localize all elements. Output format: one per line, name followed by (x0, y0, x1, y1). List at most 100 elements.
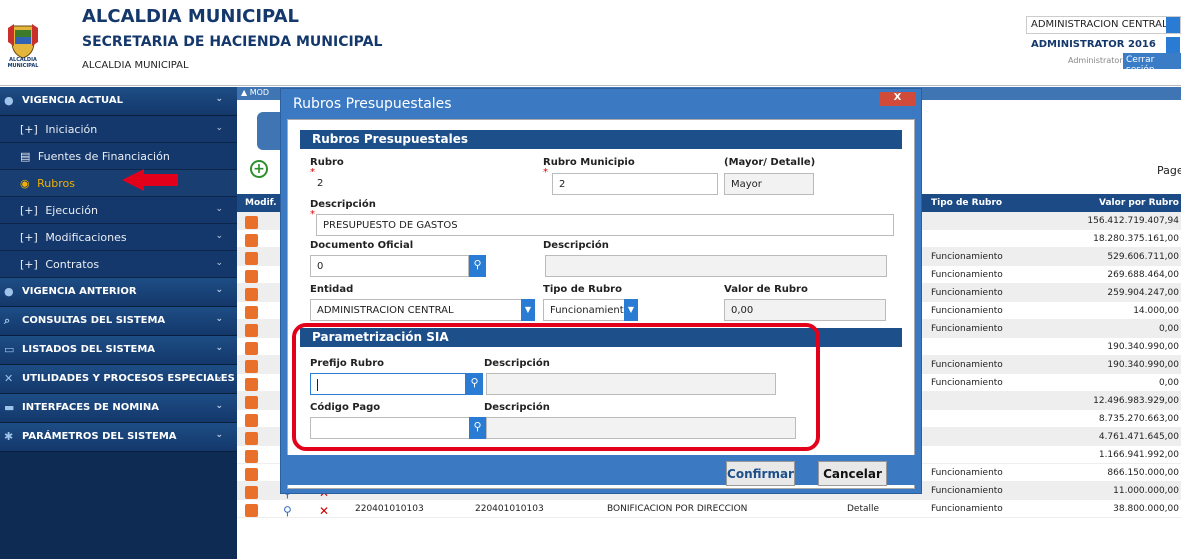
cell-tipo: Funcionamiento (931, 270, 1003, 280)
cell-valor: 0,00 (1158, 324, 1179, 334)
globe-icon: ● (4, 285, 14, 298)
sidebar-section-listados[interactable]: ▭ LISTADOS DEL SISTEMA ⌄ (0, 336, 237, 365)
search-icon[interactable]: ⚲ (283, 504, 292, 518)
chevron-down-icon: ⌄ (215, 372, 223, 382)
edit-icon[interactable] (245, 486, 258, 499)
folder-icon: ▬ (4, 401, 15, 414)
logo-text: ALCALDIA MUNICIPAL (7, 57, 39, 69)
sidebar-section-parametros[interactable]: ✱ PARÁMETROS DEL SISTEMA ⌄ (0, 423, 237, 452)
search-icon[interactable]: ⚲ (469, 255, 486, 277)
rubro-municipio-label: Rubro Municipio (543, 157, 635, 168)
chevron-down-icon[interactable]: ▼ (624, 299, 638, 321)
confirm-button[interactable]: Confirmar (726, 461, 795, 486)
panel-rubros-header: Rubros Presupuestales (300, 130, 902, 149)
cell-tipo: Funcionamiento (931, 324, 1003, 334)
valor-rubro-label: Valor de Rubro (724, 284, 808, 295)
descripcion-field[interactable]: PRESUPUESTO DE GASTOS (316, 214, 894, 236)
sidebar-section-vigencia-anterior[interactable]: ● VIGENCIA ANTERIOR ⌄ (0, 278, 237, 307)
dialog-title: Rubros Presupuestales (293, 96, 452, 112)
up-icon: ▲ (241, 88, 248, 97)
sidebar-section-interfaces[interactable]: ▬ INTERFACES DE NOMINA ⌄ (0, 394, 237, 423)
cell-tipo: Funcionamiento (931, 378, 1003, 388)
sidebar-section-vigencia-actual[interactable]: ● VIGENCIA ACTUAL ⌄ (0, 87, 237, 116)
edit-icon[interactable] (245, 324, 258, 337)
sidebar-item-ejecucion[interactable]: [+] Ejecución ⌄ (0, 197, 237, 224)
cell-tipo: Funcionamiento (931, 468, 1003, 478)
cancel-button[interactable]: Cancelar (818, 461, 887, 486)
descripcion-doc-label: Descripción (543, 240, 609, 251)
edit-icon[interactable] (245, 216, 258, 229)
chevron-down-icon[interactable]: ▼ (521, 299, 535, 321)
edit-icon[interactable] (245, 468, 258, 481)
edit-icon[interactable] (245, 288, 258, 301)
chevron-down-icon: ⌄ (215, 123, 223, 133)
sidebar-item-rubros[interactable]: ◉ Rubros (0, 170, 237, 197)
year-select-value: ADMINISTRATOR 2016 (1031, 39, 1156, 50)
sidebar-section-utilidades[interactable]: ✕ UTILIDADES Y PROCESOS ESPECIALES ⌄ (0, 365, 237, 394)
chevron-down-icon: ⌄ (215, 314, 223, 324)
sidebar-item-iniciacion[interactable]: [+] Iniciación ⌄ (0, 116, 237, 143)
cell-valor: 529.606.711,00 (1107, 252, 1179, 262)
tipo-rubro-select[interactable]: Funcionamiento (543, 299, 630, 321)
user-name: Administrator (1068, 56, 1123, 65)
sidebar-item-fuentes[interactable]: ▤ Fuentes de Financiación (0, 143, 237, 170)
col-tipo: Tipo de Rubro (931, 198, 1003, 208)
sidebar-section-consultas[interactable]: ⌕ CONSULTAS DEL SISTEMA ⌄ (0, 307, 237, 336)
rubro-field[interactable]: 2 (310, 172, 518, 194)
edit-icon[interactable] (245, 432, 258, 445)
delete-icon[interactable]: ✕ (319, 504, 329, 518)
entidad-select[interactable]: ADMINISTRACION CENTRAL (310, 299, 528, 321)
sidebar-item-label: Iniciación (45, 123, 98, 136)
edit-icon[interactable] (245, 342, 258, 355)
descripcion-label: Descripción (310, 199, 376, 210)
search-icon: ⌕ (4, 314, 11, 327)
edit-icon[interactable] (245, 378, 258, 391)
page-subtitle: SECRETARIA DE HACIENDA MUNICIPAL (82, 34, 383, 50)
logout-button[interactable]: Cerrar sesión (1123, 53, 1181, 75)
gear-icon: ✱ (4, 430, 14, 443)
entity-select-value: ADMINISTRACION CENTRAL (1031, 19, 1168, 30)
expand-icon: [+] (20, 231, 38, 244)
edit-icon[interactable] (245, 360, 258, 373)
edit-icon[interactable] (245, 450, 258, 463)
sidebar-item-modificaciones[interactable]: [+] Modificaciones ⌄ (0, 224, 237, 251)
highlight-annotation (292, 323, 820, 451)
edit-icon[interactable] (245, 270, 258, 283)
year-select[interactable]: ADMINISTRATOR 2016 (1026, 36, 1181, 54)
edit-icon[interactable] (245, 306, 258, 319)
coat-of-arms-logo: ALCALDIA MUNICIPAL (6, 22, 40, 69)
cell-valor: 0,00 (1158, 378, 1179, 388)
sidebar-item-label: Contratos (45, 258, 100, 271)
cell-valor: 1.166.941.992,00 (1098, 450, 1179, 460)
sidebar-item-contratos[interactable]: [+] Contratos ⌄ (0, 251, 237, 278)
cell-tipo: Funcionamiento (931, 252, 1003, 262)
add-icon[interactable]: + (250, 160, 268, 178)
cell-valor: 259.904.247,00 (1107, 288, 1179, 298)
edit-icon[interactable] (245, 396, 258, 409)
close-button[interactable]: X (879, 92, 916, 106)
entity-select[interactable]: ADMINISTRACION CENTRAL (1026, 16, 1181, 34)
rubro-municipio-field[interactable]: 2 (552, 173, 718, 195)
rubro-label: Rubro (310, 157, 344, 168)
table-row: ⚲ ✕ 220401010103 220401010103 BONIFICACION P… (237, 500, 1181, 518)
sidebar-item-label: Ejecución (45, 204, 98, 217)
valor-rubro-field: 0,00 (724, 299, 886, 321)
app-header: ALCALDIA MUNICIPAL ALCALDIA MUNICIPAL SE… (0, 0, 1181, 86)
cell-tipo: Funcionamiento (931, 306, 1003, 316)
documento-oficial-field[interactable]: 0 (310, 255, 469, 277)
cell-tipo: Funcionamiento (931, 504, 1003, 514)
cell-code: 220401010103 (355, 504, 424, 514)
documento-oficial-label: Documento Oficial (310, 240, 414, 251)
edit-icon[interactable] (245, 252, 258, 265)
descripcion-doc-field (545, 255, 887, 277)
chevron-down-icon (1166, 17, 1180, 33)
edit-icon[interactable] (245, 234, 258, 247)
expand-icon: [+] (20, 123, 38, 136)
sidebar-item-label: Rubros (37, 177, 75, 190)
red-arrow-annotation (122, 169, 178, 191)
cell-valor: 190.340.990,00 (1107, 342, 1179, 352)
coins-icon: ◉ (20, 177, 30, 190)
edit-icon[interactable] (245, 504, 258, 517)
edit-icon[interactable] (245, 414, 258, 427)
globe-icon: ● (4, 94, 14, 107)
